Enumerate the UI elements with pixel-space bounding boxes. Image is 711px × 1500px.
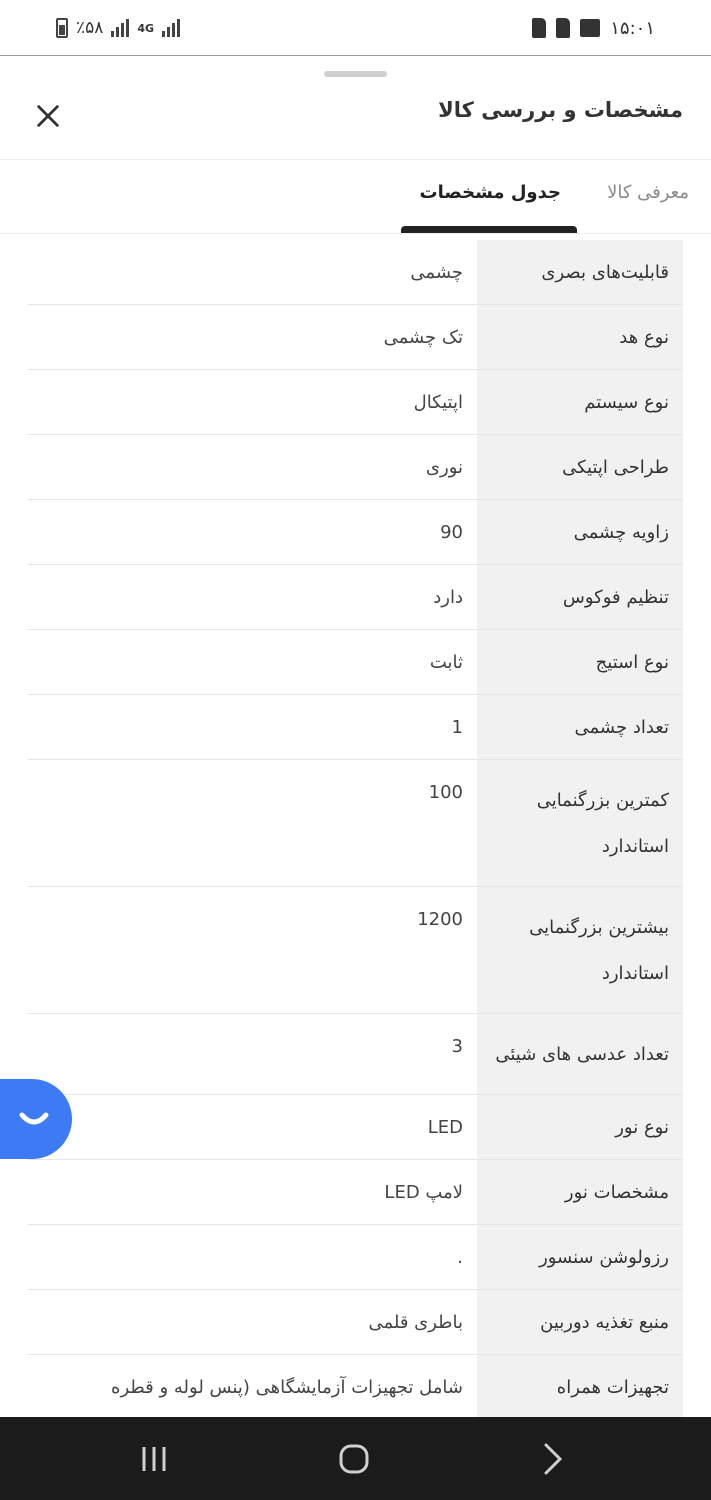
spec-value: تک چشمی (383, 327, 463, 348)
tab-bar: معرفی کالا جدول مشخصات (0, 160, 711, 234)
spec-value: دارد (433, 587, 463, 608)
recents-icon[interactable] (134, 1439, 174, 1479)
close-button[interactable] (30, 98, 66, 134)
spec-value: باطری قلمی (368, 1312, 463, 1333)
table-row: زاویه چشمی 90 (28, 500, 683, 565)
table-row: رزولوشن سنسور. (28, 1225, 683, 1290)
table-row: کمترین بزرگنمایی استاندارد 100 (28, 760, 683, 887)
sheet-drag-handle[interactable] (324, 71, 387, 77)
sd-card-icon-2 (556, 18, 571, 38)
table-row: نوع نور LED (28, 1095, 683, 1160)
page-title: مشخصات و بررسی کالا (438, 98, 683, 122)
spec-value: 3 (451, 1036, 463, 1057)
network-label: 4G (137, 21, 155, 35)
spec-value: شامل تجهیزات آزمایشگاهی (پنس لوله و قطره (111, 1377, 463, 1398)
table-row: نوع هد تک چشمی (28, 305, 683, 370)
table-row: تجهیزات همراه شامل تجهیزات آزمایشگاهی (پن… (28, 1355, 683, 1420)
table-row: بیشترین بزرگنمایی استاندارد 1200 (28, 887, 683, 1014)
spec-key: نوع استیج (477, 630, 683, 694)
spec-key: قابلیت‌های بصری (477, 240, 683, 304)
status-left: ٪۵۸ 4G (56, 14, 181, 42)
spec-key: منبع تغذیه دوربین (477, 1290, 683, 1354)
table-row: مشخصات نور لامپ LED (28, 1160, 683, 1225)
spec-key: طراحی اپتیکی (477, 435, 683, 499)
gallery-icon (580, 19, 601, 37)
spec-value: ثابت (429, 652, 463, 673)
spec-key: نوع نور (477, 1095, 683, 1159)
tab-intro[interactable]: معرفی کالا (607, 182, 689, 203)
table-row: منبع تغذیه دوربین باطری قلمی (28, 1290, 683, 1355)
spec-value: LED (427, 1117, 463, 1138)
table-row: نوع سیستم اپتیکال (28, 370, 683, 435)
sd-card-icon (532, 18, 547, 38)
spec-key: مشخصات نور (477, 1160, 683, 1224)
home-icon[interactable] (334, 1439, 374, 1479)
spec-key: تعداد عدسی های شیئی (477, 1014, 683, 1094)
sheet-header: مشخصات و بررسی کالا (0, 84, 711, 160)
table-row: تنظیم فوکوس دارد (28, 565, 683, 630)
spec-value: لامپ LED (384, 1182, 463, 1203)
active-tab-indicator (401, 226, 577, 233)
battery-icon (56, 18, 68, 38)
table-row: قابلیت‌های بصری چشمی (28, 240, 683, 305)
spec-value: 90 (440, 522, 463, 543)
spec-value: 1200 (417, 909, 463, 930)
spec-key: رزولوشن سنسور (477, 1225, 683, 1289)
back-chevron-icon[interactable] (532, 1439, 572, 1479)
spec-key: کمترین بزرگنمایی استاندارد (477, 760, 683, 886)
spec-value: . (457, 1247, 463, 1268)
status-right: ۱۵:۰۱ (532, 14, 655, 42)
tab-specs[interactable]: جدول مشخصات (420, 182, 561, 203)
table-row: تعداد عدسی های شیئی 3 (28, 1014, 683, 1095)
signal-icon-2 (162, 19, 181, 37)
smile-icon (19, 1112, 49, 1125)
table-row: نوع استیج ثابت (28, 630, 683, 695)
spec-key: نوع هد (477, 305, 683, 369)
table-row: تعداد چشمی 1 (28, 695, 683, 760)
spec-key: بیشترین بزرگنمایی استاندارد (477, 887, 683, 1013)
battery-text: ٪۵۸ (76, 18, 104, 38)
signal-icon (111, 19, 130, 37)
clock: ۱۵:۰۱ (610, 17, 655, 39)
spec-table: قابلیت‌های بصری چشمی نوع هد تک چشمی نوع سی… (28, 240, 683, 1420)
status-bar: ٪۵۸ 4G ۱۵:۰۱ (0, 0, 711, 56)
table-row: طراحی اپتیکی نوری (28, 435, 683, 500)
spec-key: نوع سیستم (477, 370, 683, 434)
spec-value: چشمی (410, 262, 463, 283)
system-nav-bar (0, 1417, 711, 1500)
spec-key: تجهیزات همراه (477, 1355, 683, 1419)
close-icon (37, 105, 59, 127)
spec-value: اپتیکال (413, 392, 463, 413)
spec-value: نوری (425, 457, 463, 478)
spec-key: تنظیم فوکوس (477, 565, 683, 629)
spec-value: 100 (428, 782, 463, 803)
spec-value: 1 (451, 717, 463, 738)
spec-key: زاویه چشمی (477, 500, 683, 564)
spec-key: تعداد چشمی (477, 695, 683, 759)
